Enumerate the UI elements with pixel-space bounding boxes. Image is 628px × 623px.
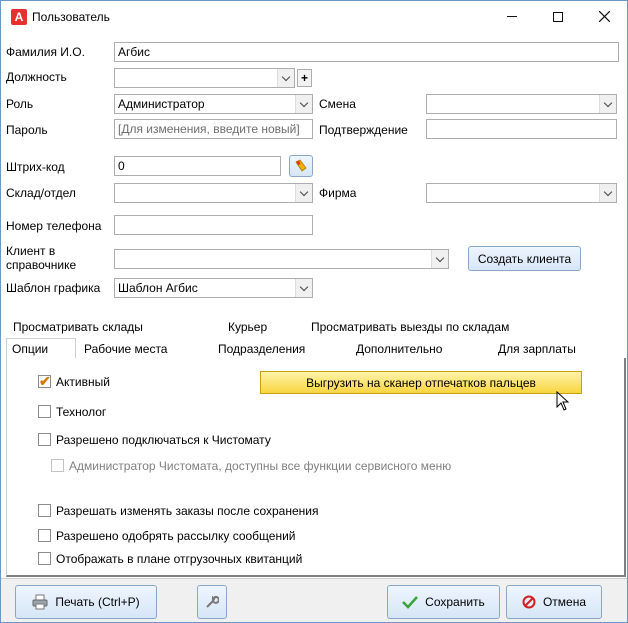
close-button[interactable] <box>581 1 627 32</box>
tab-courier[interactable]: Курьер <box>228 320 267 334</box>
client-label-line1: Клиент в <box>6 244 56 258</box>
add-position-button[interactable]: + <box>297 69 312 87</box>
tab-departments[interactable]: Подразделения <box>218 342 305 356</box>
print-label: Печать (Ctrl+P) <box>55 595 140 609</box>
shift-label: Смена <box>319 97 356 111</box>
technologist-checkbox[interactable] <box>38 405 51 418</box>
warehouse-select[interactable] <box>114 183 313 203</box>
edit-orders-label: Разрешать изменять заказы после сохранен… <box>56 504 319 518</box>
barcode-label: Штрих-код <box>6 160 65 174</box>
role-value: Администратор <box>118 97 205 111</box>
maximize-icon <box>553 11 563 22</box>
magic-wand-icon <box>295 159 307 172</box>
schedule-label: Шаблон графика <box>6 281 101 295</box>
schedule-value: Шаблон Агбис <box>118 281 198 295</box>
position-label: Должность <box>6 70 67 84</box>
title-bar: A Пользователь <box>1 1 627 32</box>
minimize-icon <box>507 16 517 17</box>
user-dialog-window: A Пользователь Фамилия И.О. Агбис Должно… <box>0 0 628 623</box>
confirm-password-field[interactable] <box>426 119 617 139</box>
create-client-button[interactable]: Создать клиента <box>468 246 581 271</box>
minimize-button[interactable] <box>489 1 535 32</box>
password-label: Пароль <box>6 123 48 137</box>
password-field[interactable]: [Для изменения, введите новый] <box>114 119 313 139</box>
confirm-label: Подтверждение <box>319 123 408 137</box>
tab-salary[interactable]: Для зарплаты <box>498 342 576 356</box>
chistomat-admin-checkbox[interactable] <box>51 459 64 472</box>
approve-mailing-checkbox[interactable] <box>38 529 51 542</box>
chevron-down-icon[interactable] <box>599 95 616 113</box>
print-button[interactable]: Печать (Ctrl+P) <box>15 585 157 619</box>
client-label-line2: справочнике <box>6 258 77 272</box>
firm-label: Фирма <box>319 186 357 200</box>
tab-additional[interactable]: Дополнительно <box>356 342 442 356</box>
settings-button[interactable] <box>197 585 227 619</box>
save-label: Сохранить <box>425 595 485 609</box>
schedule-select[interactable]: Шаблон Агбис <box>114 278 313 298</box>
role-select[interactable]: Администратор <box>114 94 313 114</box>
cancel-label: Отмена <box>542 595 587 609</box>
technologist-label: Технолог <box>56 405 107 419</box>
edit-orders-checkbox[interactable] <box>38 504 51 517</box>
approve-mailing-label: Разрешено одобрять рассылку сообщений <box>56 529 296 543</box>
connect-chistomat-label: Разрешено подключаться к Чистомату <box>56 433 271 447</box>
maximize-button[interactable] <box>535 1 581 32</box>
shift-select[interactable] <box>426 94 617 114</box>
phone-field[interactable] <box>114 215 313 235</box>
surname-label: Фамилия И.О. <box>6 45 85 59</box>
show-in-plan-label: Отображать в плане отгрузочных квитанций <box>56 552 303 566</box>
window-title: Пользователь <box>32 10 110 24</box>
chevron-down-icon[interactable] <box>295 279 312 297</box>
chevron-down-icon[interactable] <box>295 184 312 202</box>
warehouse-label: Склад/отдел <box>6 186 76 200</box>
cancel-icon <box>522 595 536 609</box>
chevron-down-icon[interactable] <box>599 184 616 202</box>
close-icon <box>598 11 610 22</box>
connect-chistomat-checkbox[interactable] <box>38 433 51 446</box>
position-select[interactable] <box>114 68 295 88</box>
chevron-down-icon[interactable] <box>295 95 312 113</box>
tab-view-trips[interactable]: Просматривать выезды по складам <box>311 320 509 334</box>
checkmark-icon: ✔ <box>39 373 51 389</box>
cancel-button[interactable]: Отмена <box>506 585 602 619</box>
active-checkbox[interactable]: ✔ <box>38 373 51 389</box>
save-button[interactable]: Сохранить <box>387 585 500 619</box>
surname-field[interactable]: Агбис <box>114 42 619 62</box>
app-logo-icon: A <box>11 9 27 25</box>
checkmark-icon <box>402 595 419 609</box>
chevron-down-icon[interactable] <box>431 250 448 268</box>
upload-fingerprint-scanner-button[interactable]: Выгрузить на сканер отпечатков пальцев <box>260 371 582 394</box>
printer-icon <box>32 594 48 610</box>
wrench-icon <box>206 595 219 608</box>
role-label: Роль <box>6 97 34 111</box>
show-in-plan-checkbox[interactable] <box>38 552 51 565</box>
client-select[interactable] <box>114 249 449 269</box>
tab-options-label[interactable]: Опции <box>12 342 48 356</box>
chevron-down-icon[interactable] <box>277 69 294 87</box>
tab-workplaces[interactable]: Рабочие места <box>84 342 167 356</box>
generate-barcode-button[interactable] <box>289 155 313 177</box>
phone-label: Номер телефона <box>6 219 102 233</box>
mouse-cursor-icon <box>556 391 570 411</box>
chistomat-admin-label: Администратор Чистомата, доступны все фу… <box>69 459 452 473</box>
active-label: Активный <box>56 375 110 389</box>
tab-view-warehouses[interactable]: Просматривать склады <box>13 320 143 334</box>
firm-select[interactable] <box>426 183 617 203</box>
barcode-field[interactable]: 0 <box>114 156 281 176</box>
